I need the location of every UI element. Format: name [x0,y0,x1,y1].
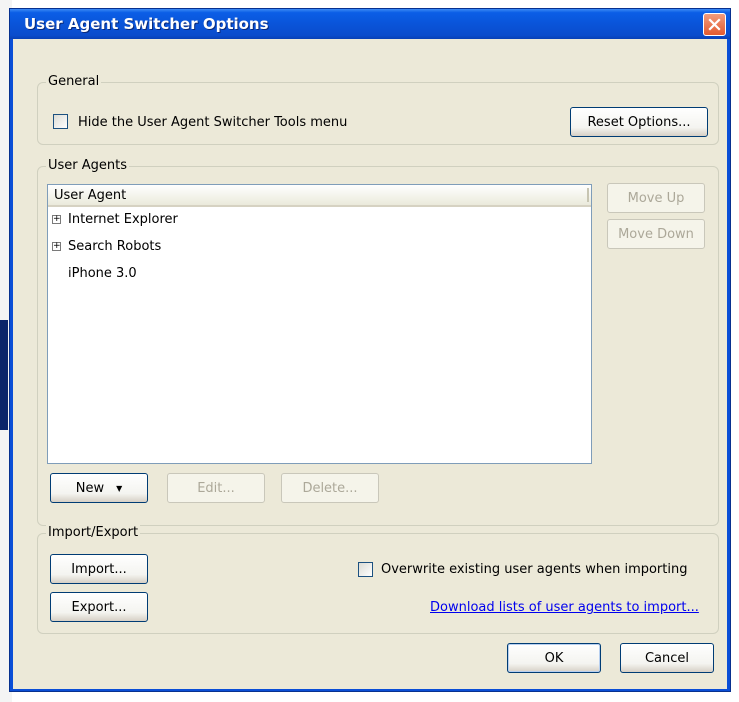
hide-menu-checkbox[interactable] [53,114,68,129]
general-group-label: General [46,74,102,89]
new-button-label: New [75,480,105,496]
expand-plus-icon[interactable]: + [52,215,61,224]
tree-item-iphone[interactable]: iPhone 3.0 [48,264,588,286]
close-button[interactable] [703,13,726,36]
export-button[interactable]: Export... [50,592,148,622]
import-button[interactable]: Import... [50,554,148,584]
new-button[interactable]: New ▼ [50,473,148,503]
overwrite-label: Overwrite existing user agents when impo… [381,562,688,577]
delete-button[interactable]: Delete... [281,473,379,503]
user-agents-group-label: User Agents [46,158,130,173]
tree-item-label: Search Robots [68,239,162,254]
dropdown-arrow-icon: ▼ [116,483,123,493]
move-up-button[interactable]: Move Up [607,183,705,213]
close-icon [708,18,721,31]
download-lists-link[interactable]: Download lists of user agents to import.… [430,600,699,615]
options-dialog: User Agent Switcher Options General Hide… [9,8,731,692]
tree-item-internet-explorer[interactable]: + Internet Explorer [48,210,588,232]
dialog-client-area: General Hide the User Agent Switcher Too… [13,39,727,689]
window-title: User Agent Switcher Options [24,15,269,33]
move-down-button[interactable]: Move Down [607,219,705,249]
reset-options-button[interactable]: Reset Options... [570,107,708,137]
tree-item-label: Internet Explorer [68,212,178,227]
import-export-group-label: Import/Export [46,525,141,540]
overwrite-checkbox[interactable] [358,562,373,577]
tree-item-label: iPhone 3.0 [68,266,137,281]
user-agent-tree[interactable]: User Agent + Internet Explorer + Search … [47,184,592,464]
user-agent-column-header[interactable]: User Agent [48,185,591,207]
edit-button[interactable]: Edit... [167,473,265,503]
title-bar[interactable]: User Agent Switcher Options [10,9,730,39]
column-header-label: User Agent [54,188,127,203]
column-resize-grip[interactable] [587,188,589,202]
hide-menu-label: Hide the User Agent Switcher Tools menu [78,115,348,130]
desktop-background-mark [0,320,8,430]
ok-button[interactable]: OK [507,643,601,673]
expand-plus-icon[interactable]: + [52,242,61,251]
tree-item-search-robots[interactable]: + Search Robots [48,237,588,259]
cancel-button[interactable]: Cancel [620,643,714,673]
